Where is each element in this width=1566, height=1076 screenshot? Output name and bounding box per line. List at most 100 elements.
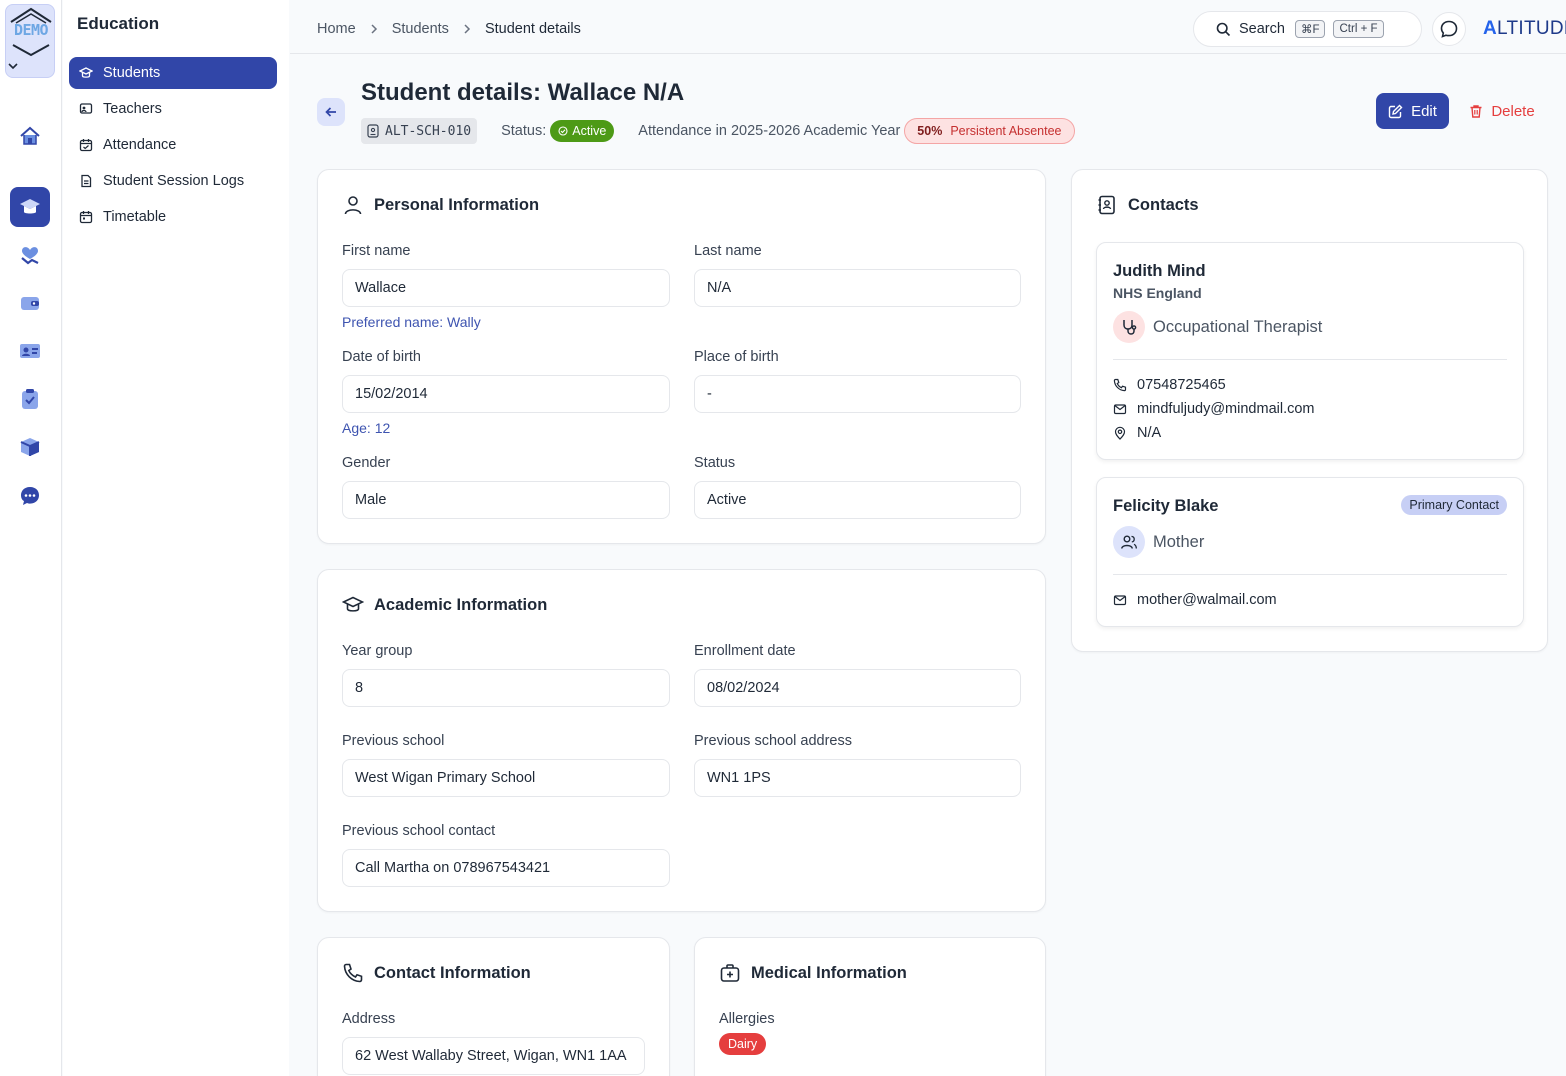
gender-field: Male: [342, 481, 670, 519]
contact-card-felicity-blake[interactable]: Felicity Blake Primary Contact Mother mo…: [1096, 477, 1524, 627]
document-icon: [81, 174, 92, 188]
search-icon: [1216, 22, 1231, 36]
breadcrumb-students[interactable]: Students: [392, 21, 449, 37]
graduation-cap-icon: [342, 596, 364, 612]
year-group-field: 8: [342, 669, 670, 707]
contact-email[interactable]: mindfuljudy@mindmail.com: [1113, 401, 1315, 417]
contact-card-judith-mind[interactable]: Judith Mind NHS England Occupational The…: [1096, 242, 1524, 460]
chat-dots-icon[interactable]: [10, 476, 50, 516]
sidebar-item-label: Timetable: [103, 209, 167, 225]
prev-school-label: Previous school: [342, 733, 445, 749]
status-field: Active: [694, 481, 1021, 519]
contact-organization: NHS England: [1113, 285, 1202, 301]
year-group-label: Year group: [342, 643, 413, 659]
address-label: Address: [342, 1011, 396, 1027]
student-id: ALT-SCH-010: [385, 123, 472, 139]
first-name-field: Wallace: [342, 269, 670, 307]
last-name-label: Last name: [694, 243, 762, 259]
stethoscope-icon: [1113, 311, 1145, 343]
sidebar-item-label: Student Session Logs: [103, 173, 245, 189]
breadcrumb-home[interactable]: Home: [317, 21, 356, 37]
address-field: 62 West Wallaby Street, Wigan, WN1 1AA: [342, 1037, 645, 1075]
status-label: Status:: [501, 123, 547, 139]
first-name-label: First name: [342, 243, 411, 259]
chevron-right-icon: [370, 22, 378, 37]
medical-kit-icon: [720, 964, 740, 982]
pob-label: Place of birth: [694, 349, 779, 365]
status-badge: Active: [550, 120, 615, 142]
map-pin-icon: [1114, 426, 1126, 440]
edit-icon: [1388, 104, 1403, 118]
contact-name: Judith Mind: [1113, 262, 1206, 280]
breadcrumb: Home Students Student details: [317, 21, 581, 37]
arrow-left-icon: [325, 107, 336, 117]
attendance-badge: 50% Persistent Absentee: [904, 118, 1075, 144]
contact-information-card: Contact Information Address 62 West Wall…: [317, 937, 670, 1076]
student-meta: ALT-SCH-010 Status: Active Attendance in…: [361, 118, 1075, 144]
topbar: Home Students Student details Search ⌘F …: [290, 4, 1566, 54]
card-title: Medical Information: [719, 962, 907, 984]
contact-address: N/A: [1113, 425, 1161, 441]
card-title: Academic Information: [342, 594, 547, 616]
prev-address-label: Previous school address: [694, 733, 852, 749]
attendance-percent: 50%: [917, 124, 943, 138]
sidebar-item-attendance[interactable]: Attendance: [69, 129, 277, 161]
trash-icon: [1470, 104, 1482, 118]
sidebar-item-teachers[interactable]: Teachers: [69, 93, 277, 125]
chevron-right-icon: [463, 22, 471, 37]
card-title: Contact Information: [342, 962, 531, 984]
id-badge-icon: [367, 124, 379, 138]
prev-contact-field: Call Martha on 078967543421: [342, 849, 670, 887]
academic-information-card: Academic Information Year group 8 Enroll…: [317, 569, 1046, 912]
phone-icon: [343, 963, 363, 983]
box-icon[interactable]: [10, 427, 50, 467]
enrollment-field: 08/02/2024: [694, 669, 1021, 707]
calendar-icon: [79, 211, 93, 224]
handshake-heart-icon[interactable]: [10, 235, 50, 275]
house-base-icon: [12, 44, 50, 57]
page-title: Student details: Wallace N/A: [361, 79, 685, 106]
icon-rail: DEMO: [0, 0, 62, 1076]
allergy-badge: Dairy: [719, 1033, 767, 1055]
dob-label: Date of birth: [342, 349, 421, 365]
contacts-card: Contacts Judith Mind NHS England Occupat…: [1071, 169, 1548, 652]
enrollment-label: Enrollment date: [694, 643, 796, 659]
workspace-switcher[interactable]: DEMO: [5, 4, 55, 78]
age-hint: Age: 12: [342, 420, 391, 436]
search-button[interactable]: Search ⌘F Ctrl + F: [1193, 11, 1422, 47]
card-title: Contacts: [1096, 194, 1199, 216]
contact-name: Felicity Blake: [1113, 497, 1219, 515]
shortcut-mac: ⌘F: [1294, 20, 1326, 38]
id-card-icon[interactable]: [10, 331, 50, 371]
clipboard-check-icon[interactable]: [10, 379, 50, 419]
messages-button[interactable]: [1432, 12, 1466, 46]
contact-phone[interactable]: 07548725465: [1113, 377, 1226, 393]
users-icon: [1113, 526, 1145, 558]
edit-button[interactable]: Edit: [1376, 93, 1449, 129]
pob-field: -: [694, 375, 1021, 413]
presentation-icon: [79, 103, 93, 114]
sidebar: Education Students Teachers Attendance S…: [63, 0, 289, 1076]
primary-contact-badge: Primary Contact: [1401, 495, 1507, 515]
sidebar-item-student-session-logs[interactable]: Student Session Logs: [69, 165, 277, 197]
sidebar-item-students[interactable]: Students: [69, 57, 277, 89]
graduation-cap-icon: [79, 67, 93, 78]
prev-address-field: WN1 1PS: [694, 759, 1021, 797]
user-icon: [344, 196, 362, 215]
medical-information-card: Medical Information Allergies Dairy: [694, 937, 1046, 1076]
allergies-label: Allergies: [719, 1011, 775, 1027]
phone-icon: [1113, 378, 1127, 392]
gender-label: Gender: [342, 455, 391, 471]
address-book-icon: [1098, 195, 1115, 215]
mail-icon: [1113, 595, 1127, 606]
student-id-chip: ALT-SCH-010: [361, 118, 478, 144]
back-button[interactable]: [317, 98, 345, 126]
divider: [1113, 359, 1507, 360]
wallet-icon[interactable]: [10, 283, 50, 323]
sidebar-item-label: Attendance: [103, 137, 177, 153]
home-icon[interactable]: [10, 116, 50, 156]
contact-email[interactable]: mother@walmail.com: [1113, 592, 1277, 608]
delete-button[interactable]: Delete: [1462, 93, 1542, 129]
graduation-cap-icon[interactable]: [10, 187, 50, 227]
sidebar-item-timetable[interactable]: Timetable: [69, 201, 277, 233]
